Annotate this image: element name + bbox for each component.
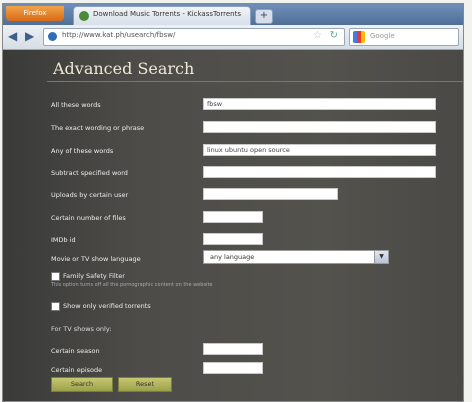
language-selected-value: any language — [210, 253, 255, 261]
bookmark-star-icon[interactable]: ☆ — [313, 30, 322, 41]
family-filter-label: Family Safety Filter — [63, 272, 125, 280]
any-words-input[interactable]: linux ubuntu open source — [203, 144, 436, 156]
language-select[interactable]: any language ▼ — [203, 250, 389, 264]
chevron-down-icon[interactable]: ▼ — [374, 251, 388, 263]
tab-strip: Firefox Download Music Torrents - Kickas… — [3, 4, 463, 26]
title-divider — [47, 81, 463, 82]
any-words-label: Any of these words — [51, 147, 114, 155]
tab-active[interactable]: Download Music Torrents - KickassTorrent… — [73, 6, 251, 26]
file-count-input[interactable] — [203, 211, 263, 223]
browser-window: Firefox Download Music Torrents - Kickas… — [2, 3, 464, 402]
reload-icon[interactable]: ↻ — [330, 30, 338, 41]
imdb-id-label: IMDb id — [51, 236, 76, 244]
new-tab-button[interactable]: + — [255, 9, 273, 24]
site-favicon-icon — [79, 11, 89, 21]
all-words-label: All these words — [51, 101, 101, 109]
season-label: Certain season — [51, 347, 100, 355]
tv-shows-heading: For TV shows only: — [51, 325, 112, 333]
uploader-input[interactable] — [203, 188, 338, 200]
family-filter-note: This option turns off all the pornograph… — [51, 282, 213, 288]
navigation-bar: ◀ ▶ http://www.kat.ph/usearch/fbsw/ ☆ ↻ … — [3, 25, 463, 50]
page-title: Advanced Search — [53, 59, 195, 78]
page-content: Advanced Search All these words fbsw The… — [3, 50, 463, 401]
search-placeholder: Google — [370, 32, 395, 40]
forward-arrow-icon[interactable]: ▶ — [25, 28, 34, 44]
url-bar[interactable]: http://www.kat.ph/usearch/fbsw/ ☆ ↻ — [43, 28, 345, 46]
tab-title: Download Music Torrents - KickassTorrent… — [93, 10, 242, 18]
url-text: http://www.kat.ph/usearch/fbsw/ — [62, 31, 176, 39]
uploader-label: Uploads by certain user — [51, 191, 129, 199]
exact-phrase-input[interactable] — [203, 121, 436, 133]
family-filter-checkbox[interactable] — [51, 272, 60, 281]
search-bar[interactable]: Google — [349, 28, 459, 46]
imdb-id-input[interactable] — [203, 233, 263, 245]
subtract-word-input[interactable] — [203, 166, 436, 178]
season-input[interactable] — [203, 343, 263, 355]
file-count-label: Certain number of files — [51, 214, 126, 222]
reset-button[interactable]: Reset — [118, 377, 172, 392]
app-menu-button[interactable]: Firefox — [6, 6, 64, 21]
exact-phrase-label: The exact wording or phrase — [51, 124, 145, 132]
search-button[interactable]: Search — [51, 377, 113, 392]
site-identity-icon[interactable] — [48, 32, 57, 41]
back-arrow-icon[interactable]: ◀ — [8, 28, 17, 44]
episode-label: Certain episode — [51, 366, 103, 374]
language-label: Movie or TV show language — [51, 255, 141, 263]
verified-only-label: Show only verified torrents — [63, 302, 151, 310]
subtract-word-label: Subtract specified word — [51, 169, 128, 177]
episode-input[interactable] — [203, 362, 263, 374]
search-engine-icon[interactable] — [353, 31, 365, 43]
all-words-input[interactable]: fbsw — [203, 98, 436, 110]
verified-only-checkbox[interactable] — [51, 302, 60, 311]
